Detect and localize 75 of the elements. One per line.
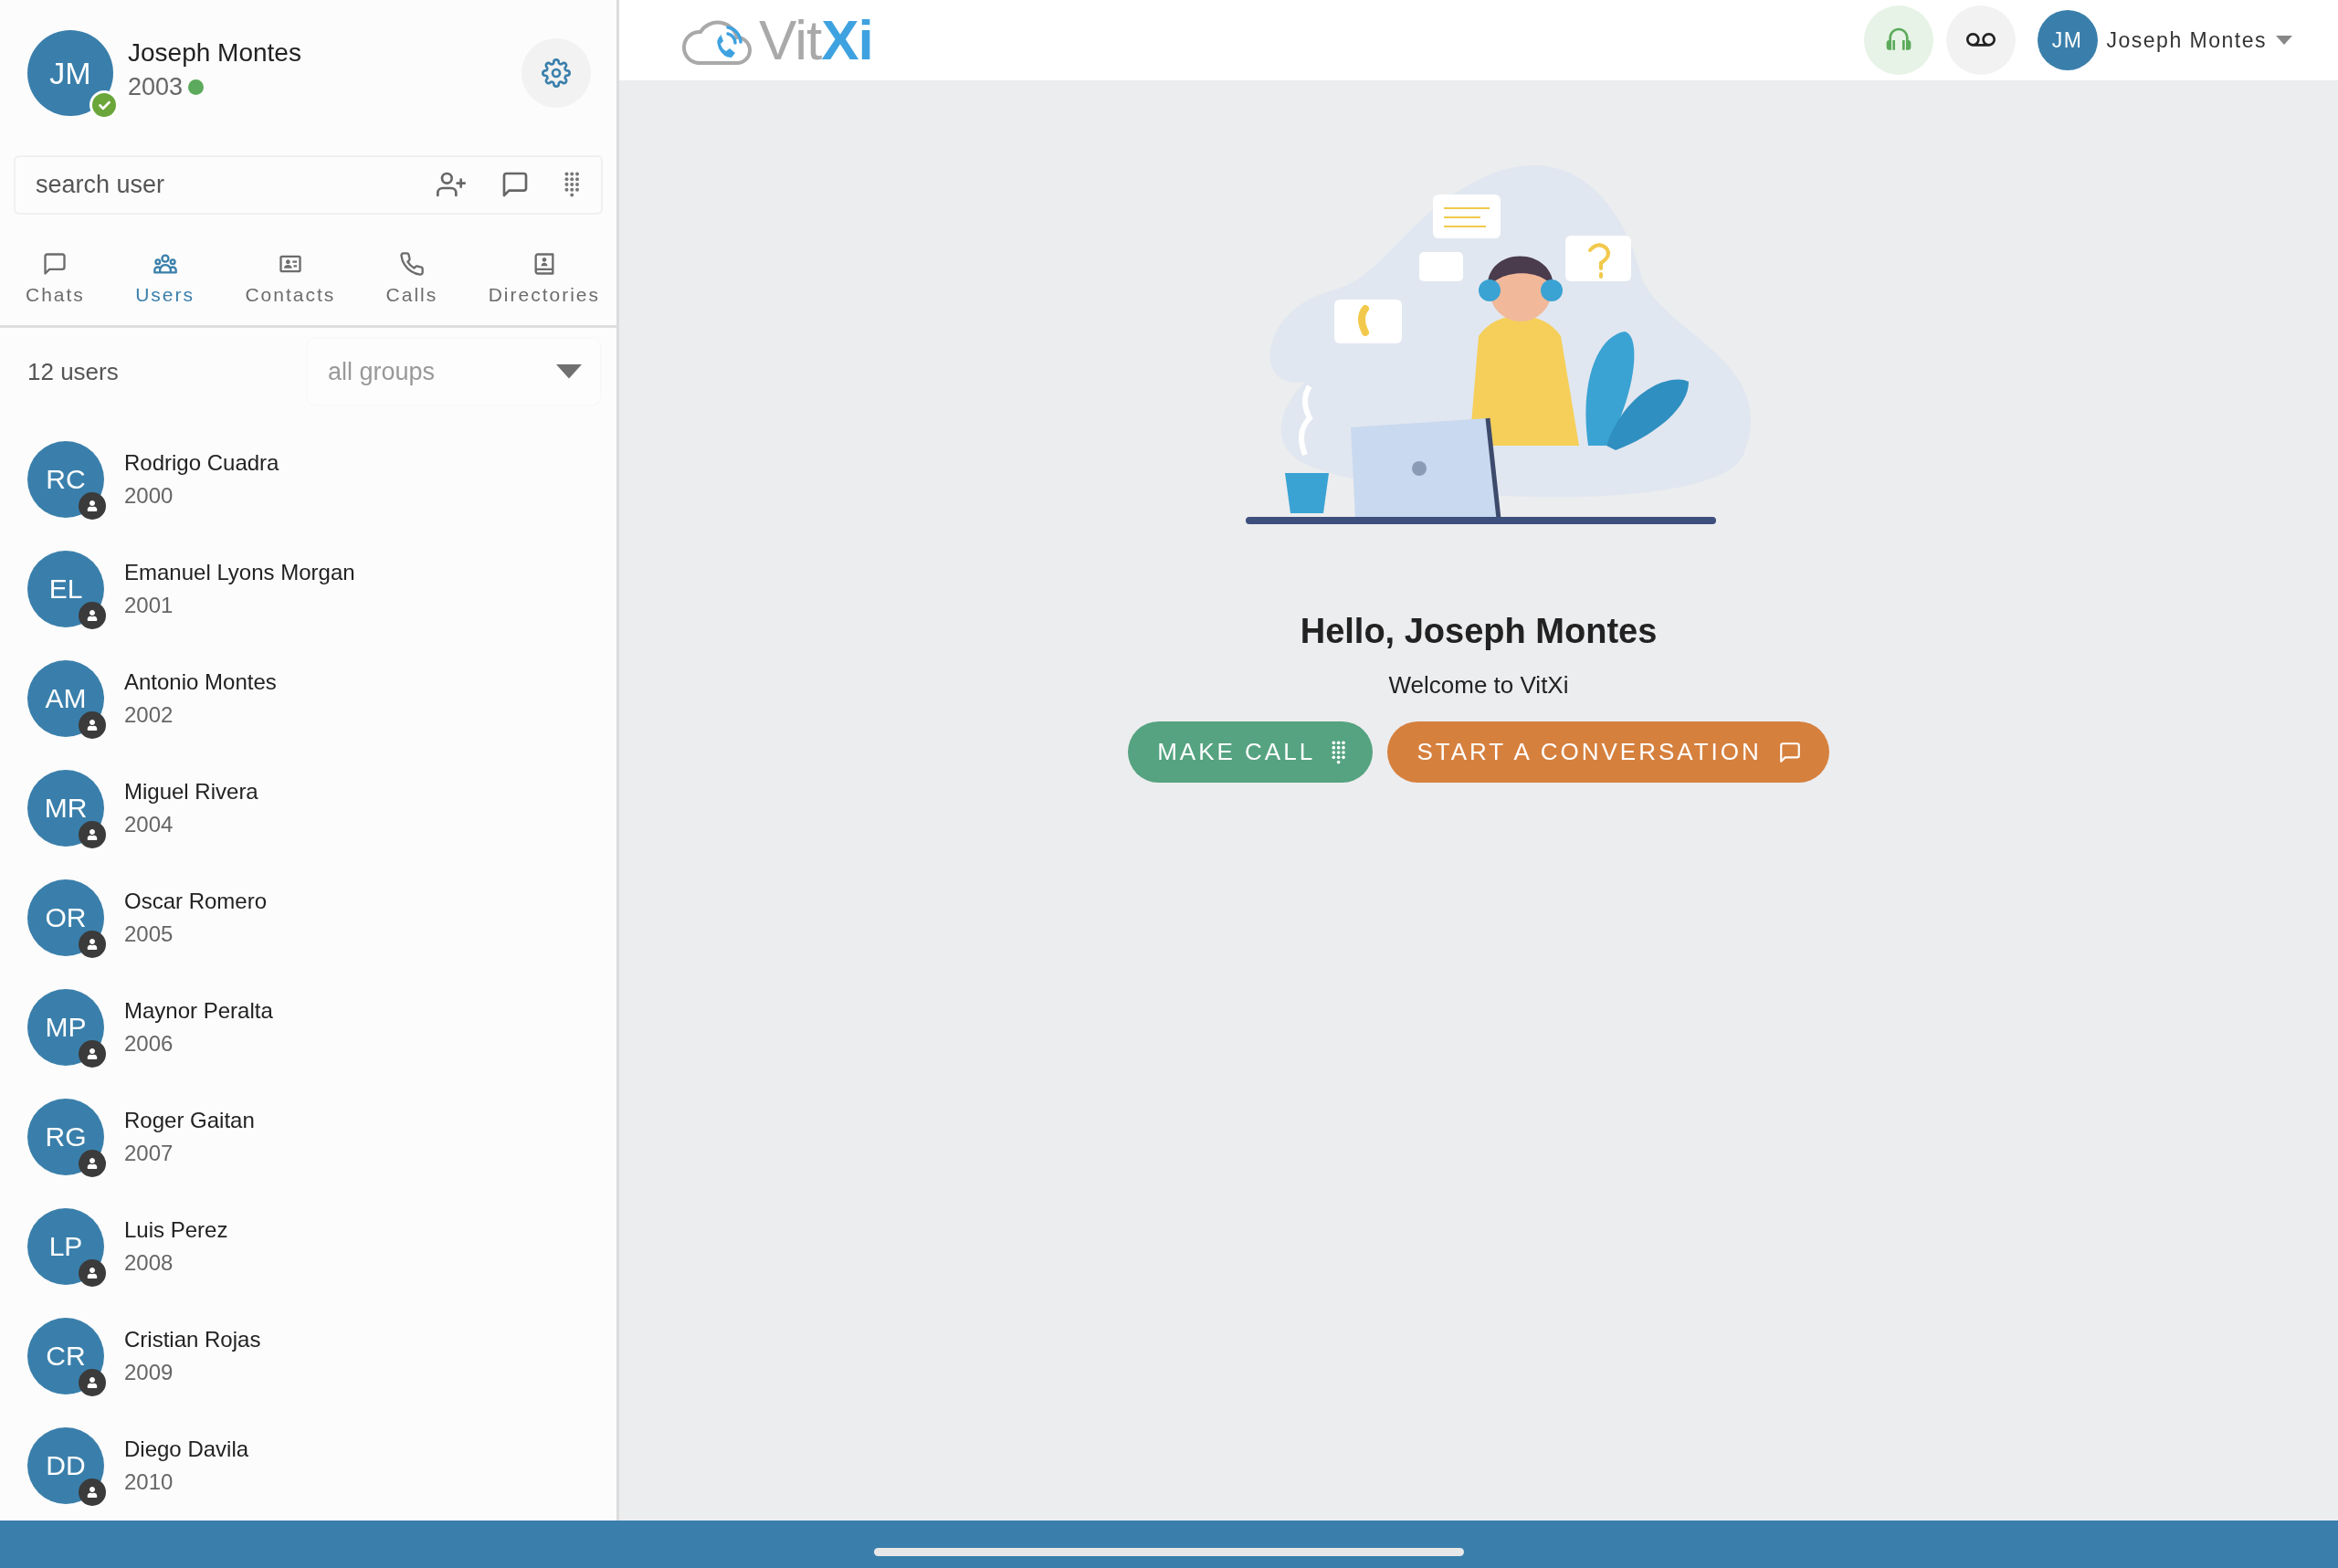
logo-text: VitXi	[759, 12, 873, 68]
nav-tab[interactable]: Contacts	[241, 251, 340, 325]
user-list-item[interactable]: DD Diego Davila 2010	[0, 1411, 616, 1521]
user-name: Rodrigo Cuadra	[124, 450, 279, 476]
person-badge-icon	[79, 1479, 106, 1506]
user-menu[interactable]: JM Joseph Montes	[2037, 10, 2292, 70]
user-avatar: MR	[27, 770, 104, 847]
user-list-item[interactable]: MR Miguel Rivera 2004	[0, 753, 616, 863]
user-extension: 2004	[124, 812, 174, 837]
user-name: Miguel Rivera	[124, 779, 258, 805]
user-name: Luis Perez	[124, 1217, 228, 1243]
user-count: 12 users	[27, 357, 119, 386]
profile-avatar: JM	[27, 30, 113, 116]
user-name: Roger Gaitan	[124, 1108, 255, 1133]
person-badge-icon	[79, 1150, 106, 1177]
user-name: Joseph Montes	[2106, 27, 2267, 53]
user-extension: 2001	[124, 593, 174, 618]
user-avatar: RG	[27, 1099, 104, 1175]
search-field[interactable]: search user	[34, 170, 405, 200]
nav-tab[interactable]: Calls	[382, 251, 442, 325]
chat-icon	[42, 251, 68, 277]
person-badge-icon	[79, 821, 106, 848]
user-extension: 2006	[124, 1031, 174, 1057]
user-extension: 2005	[124, 921, 174, 947]
user-extension: 2002	[124, 702, 174, 728]
nav-tab[interactable]: Chats	[22, 251, 89, 325]
user-name: Oscar Romero	[124, 889, 268, 914]
nav-tab[interactable]: Directories	[484, 251, 604, 325]
user-extension: 2007	[124, 1141, 174, 1166]
dialpad-icon	[563, 172, 579, 198]
user-name: Diego Davila	[124, 1436, 249, 1462]
user-list-item[interactable]: LP Luis Perez 2008	[0, 1192, 616, 1301]
person-badge-icon	[79, 1259, 106, 1287]
user-list-item[interactable]: RC Rodrigo Cuadra 2000	[0, 425, 616, 534]
profile-extension: 2003	[128, 72, 184, 101]
user-list-item[interactable]: MP Maynor Peralta 2006	[0, 973, 616, 1082]
user-name: Emanuel Lyons Morgan	[124, 560, 355, 585]
user-extension: 2009	[124, 1360, 174, 1385]
user-avatar: CR	[27, 1318, 104, 1394]
user-avatar: MP	[27, 989, 104, 1066]
welcome-title: Hello, Joseph Montes	[1300, 612, 1658, 651]
user-list-item[interactable]: EL Emanuel Lyons Morgan 2001	[0, 534, 616, 644]
user-avatar: AM	[27, 660, 104, 737]
user-extension: 2008	[124, 1250, 174, 1276]
user-name: Maynor Peralta	[124, 998, 273, 1024]
user-list-item[interactable]: CR Cristian Rojas 2009	[0, 1301, 616, 1411]
user-list-item[interactable]: AM Antonio Montes 2002	[0, 644, 616, 753]
caret-icon	[556, 364, 582, 379]
user-extension: 2010	[124, 1469, 174, 1495]
person-badge-icon	[79, 1369, 106, 1396]
user-extension: 2000	[124, 483, 174, 509]
search-bar[interactable]: search user	[14, 155, 603, 215]
user-avatar: EL	[27, 551, 104, 627]
user-avatar: LP	[27, 1208, 104, 1285]
person-badge-icon	[79, 711, 106, 739]
user-name: Antonio Montes	[124, 669, 277, 695]
caret-icon	[2276, 36, 2292, 45]
profile-name: Joseph Montes	[128, 37, 302, 68]
phone-icon	[398, 251, 425, 277]
user-avatar: RC	[27, 441, 104, 518]
user-avatar: JM	[2037, 10, 2098, 70]
chat-icon	[1777, 740, 1802, 764]
user-avatar: OR	[27, 879, 104, 956]
user-list-item[interactable]: OR Oscar Romero 2005	[0, 863, 616, 973]
user-avatar: DD	[27, 1427, 104, 1504]
person-badge-icon	[79, 1040, 106, 1068]
person-badge-icon	[79, 931, 106, 958]
person-badge-icon	[79, 492, 106, 520]
nav-tab[interactable]: Users	[132, 251, 199, 325]
dialpad-icon	[1332, 740, 1346, 764]
welcome-subtitle: Welcome to VitXi	[1388, 671, 1569, 700]
user-name: Cristian Rojas	[124, 1327, 261, 1352]
settings-icon	[542, 58, 571, 88]
user-list-item[interactable]: RG Roger Gaitan 2007	[0, 1082, 616, 1192]
person-badge-icon	[79, 602, 106, 629]
